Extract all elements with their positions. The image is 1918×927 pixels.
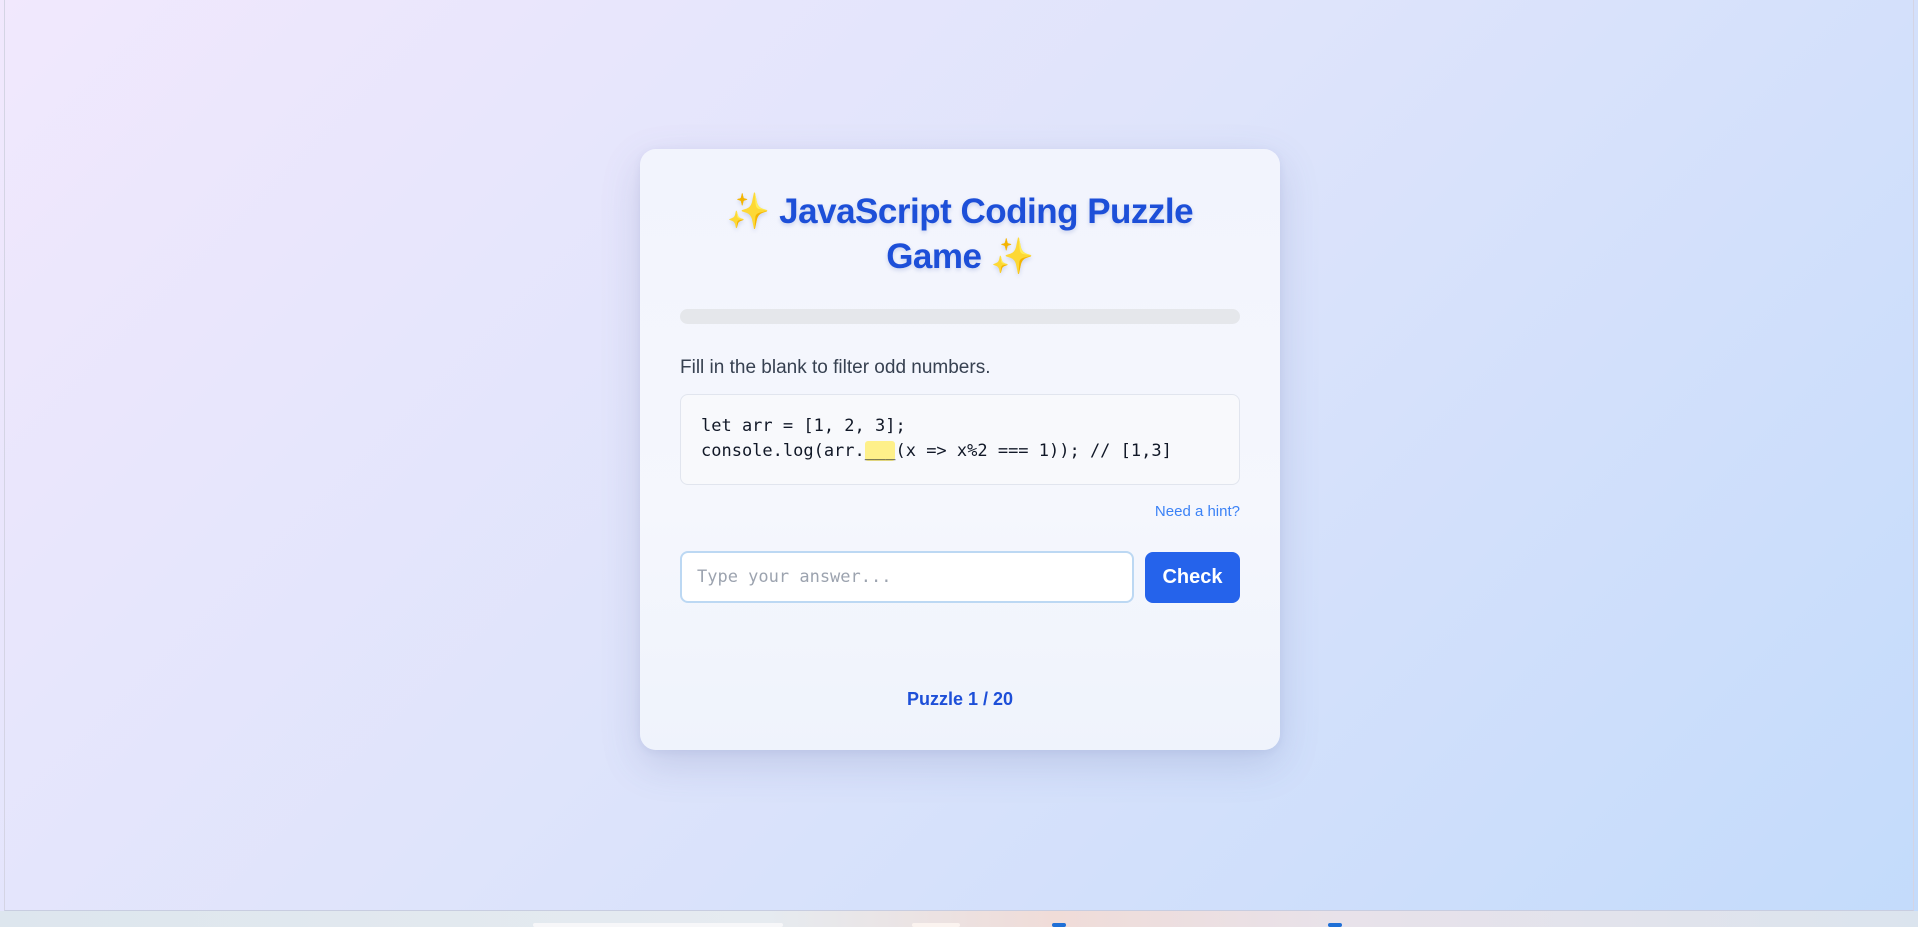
code-line-2-before: console.log(arr.	[701, 441, 865, 461]
puzzle-prompt: Fill in the blank to filter odd numbers.	[680, 357, 991, 378]
taskbar-app-icon[interactable]	[1052, 923, 1066, 927]
taskbar-app-icon[interactable]	[912, 923, 960, 927]
code-line-1: let arr = [1, 2, 3];	[701, 416, 906, 436]
game-title: ✨ JavaScript Coding Puzzle Game ✨	[726, 192, 1194, 276]
puzzle-counter: Puzzle 1 / 20	[906, 689, 1014, 709]
puzzle-card: ✨ JavaScript Coding Puzzle Game ✨ Fill i…	[640, 149, 1280, 750]
code-blank: ___	[864, 441, 896, 461]
hint-link[interactable]: Need a hint?	[1155, 502, 1240, 522]
code-line-2-after: (x => x%2 === 1)); // [1,3]	[895, 441, 1172, 461]
taskbar	[0, 911, 1918, 927]
progress-bar	[680, 309, 1240, 324]
code-line-2: console.log(arr.___(x => x%2 === 1)); //…	[701, 439, 1219, 464]
check-button[interactable]: Check	[1145, 552, 1240, 603]
code-snippet: let arr = [1, 2, 3]; console.log(arr.___(…	[680, 394, 1240, 485]
taskbar-app-icon[interactable]	[1328, 923, 1342, 927]
answer-input[interactable]	[680, 551, 1134, 603]
taskbar-search-box[interactable]	[533, 923, 783, 927]
